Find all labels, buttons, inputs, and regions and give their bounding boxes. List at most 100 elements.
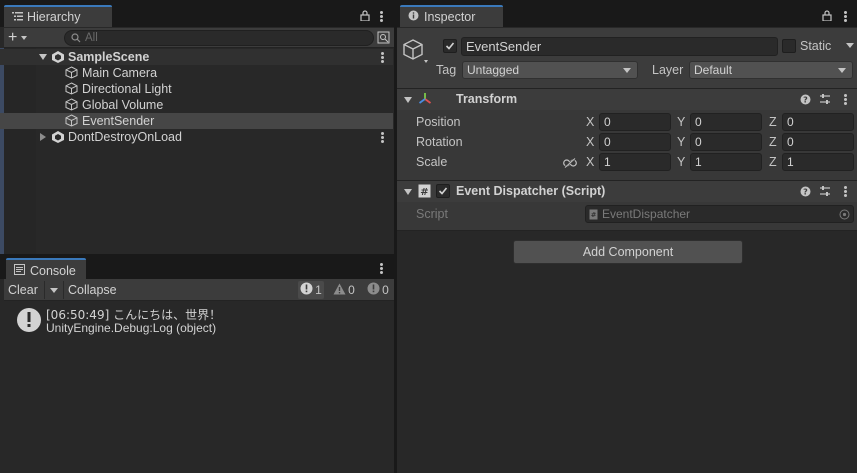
dontdestroy-row[interactable]: DontDestroyOnLoad xyxy=(0,129,393,145)
scale-x-value: 1 xyxy=(604,155,611,169)
rotation-x-field[interactable]: 0 xyxy=(599,133,671,151)
console-entry[interactable]: [06:50:49] こんにちは、世界！ UnityEngine.Debug:L… xyxy=(4,302,394,338)
hierarchy-item[interactable]: Main Camera xyxy=(0,65,393,81)
layer-dropdown[interactable]: Default xyxy=(689,61,853,79)
log-count: 1 xyxy=(315,283,322,297)
position-y-value: 0 xyxy=(695,115,702,129)
tab-console[interactable]: Console xyxy=(6,258,86,281)
hierarchy-item-label: EventSender xyxy=(82,114,155,128)
gameobject-cube-icon xyxy=(65,98,78,114)
tab-hierarchy[interactable]: Hierarchy xyxy=(4,5,112,27)
lock-icon[interactable] xyxy=(822,10,832,24)
rotation-label: Rotation xyxy=(416,135,463,149)
position-label: Position xyxy=(416,115,461,129)
help-icon[interactable]: ? xyxy=(800,94,811,108)
preset-icon[interactable] xyxy=(819,185,831,200)
tag-dropdown[interactable]: Untagged xyxy=(462,61,638,79)
position-x-field[interactable]: 0 xyxy=(599,113,671,131)
scale-y-value: 1 xyxy=(695,155,702,169)
hierarchy-list-icon xyxy=(12,10,23,24)
tag-value: Untagged xyxy=(467,63,520,77)
position-x-value: 0 xyxy=(604,115,611,129)
fold-open-icon[interactable] xyxy=(39,54,47,60)
scale-x-label[interactable]: X xyxy=(586,155,594,169)
scene-menu-icon[interactable] xyxy=(381,52,385,64)
static-dropdown-icon[interactable] xyxy=(846,43,854,48)
gameobject-large-icon[interactable] xyxy=(402,38,428,69)
warning-count-toggle[interactable]: 0 xyxy=(330,281,358,299)
rotation-x-label[interactable]: X xyxy=(586,135,594,149)
active-checkbox[interactable] xyxy=(443,39,457,53)
scale-z-label[interactable]: Z xyxy=(769,155,777,169)
scale-z-field[interactable]: 1 xyxy=(782,153,854,171)
fold-closed-icon[interactable] xyxy=(40,133,46,141)
rotation-z-label[interactable]: Z xyxy=(769,135,777,149)
console-icon xyxy=(14,263,25,278)
constrain-proportions-icon[interactable] xyxy=(563,157,577,171)
info-icon xyxy=(300,282,313,298)
scale-z-value: 1 xyxy=(787,155,794,169)
chevron-down-icon xyxy=(21,36,28,40)
hierarchy-item-selected[interactable]: EventSender xyxy=(0,113,393,129)
rotation-y-field[interactable]: 0 xyxy=(690,133,762,151)
dontdestroy-menu-icon[interactable] xyxy=(381,132,385,144)
position-y-field[interactable]: 0 xyxy=(690,113,762,131)
lock-icon[interactable] xyxy=(360,10,370,24)
console-window: Console Clear Collapse 1 0 0 [06:50:49] … xyxy=(0,257,394,473)
console-menu-icon[interactable] xyxy=(380,263,384,275)
clear-options-dropdown[interactable] xyxy=(44,281,62,299)
info-circle-icon xyxy=(408,10,419,24)
position-x-label[interactable]: X xyxy=(586,115,594,129)
preset-icon[interactable] xyxy=(819,93,831,108)
rotation-z-field[interactable]: 0 xyxy=(782,133,854,151)
add-component-button[interactable]: Add Component xyxy=(513,240,743,264)
scale-x-field[interactable]: 1 xyxy=(599,153,671,171)
script-enabled-checkbox[interactable] xyxy=(436,184,450,198)
gameobject-cube-icon xyxy=(65,66,78,82)
hierarchy-item[interactable]: Directional Light xyxy=(0,81,393,97)
scene-visibility-icon[interactable] xyxy=(377,31,390,47)
create-button[interactable]: + xyxy=(8,30,38,46)
position-z-label[interactable]: Z xyxy=(769,115,777,129)
hierarchy-menu-icon[interactable] xyxy=(380,11,384,23)
inspector-menu-icon[interactable] xyxy=(844,11,848,23)
svg-text:#: # xyxy=(420,187,428,198)
object-name-field[interactable]: EventSender xyxy=(461,37,778,56)
dontdestroy-label: DontDestroyOnLoad xyxy=(68,130,182,144)
tab-inspector[interactable]: Inspector xyxy=(400,5,503,27)
static-checkbox[interactable] xyxy=(782,39,796,53)
position-y-label[interactable]: Y xyxy=(677,115,685,129)
warning-count: 0 xyxy=(348,283,355,297)
script-object-field: # EventDispatcher xyxy=(585,205,854,223)
help-icon[interactable]: ? xyxy=(800,186,811,200)
fold-open-icon[interactable] xyxy=(404,97,412,103)
script-component-header[interactable]: # Event Dispatcher (Script) ? xyxy=(397,180,857,202)
search-input[interactable]: All xyxy=(64,30,374,46)
warning-icon xyxy=(333,283,346,298)
scene-row[interactable]: SampleScene xyxy=(0,49,393,65)
rotation-y-value: 0 xyxy=(695,135,702,149)
scale-y-field[interactable]: 1 xyxy=(690,153,762,171)
object-picker-icon xyxy=(839,209,850,223)
script-menu-icon[interactable] xyxy=(844,186,848,198)
info-message-icon xyxy=(16,307,42,336)
position-z-field[interactable]: 0 xyxy=(782,113,854,131)
collapse-button[interactable]: Collapse xyxy=(63,281,117,299)
hierarchy-item-label: Directional Light xyxy=(82,82,172,96)
tab-console-label: Console xyxy=(30,263,76,278)
log-count-toggle[interactable]: 1 xyxy=(298,281,324,299)
hierarchy-item[interactable]: Global Volume xyxy=(0,97,393,113)
transform-header[interactable]: Transform ? xyxy=(397,88,857,110)
fold-open-icon[interactable] xyxy=(404,189,412,195)
script-asset-icon: # xyxy=(589,209,598,223)
chevron-down-icon xyxy=(50,288,58,293)
transform-menu-icon[interactable] xyxy=(844,94,848,106)
hierarchy-item-label: Global Volume xyxy=(82,98,164,112)
error-count-toggle[interactable]: 0 xyxy=(364,281,392,299)
clear-button[interactable]: Clear xyxy=(8,281,38,299)
svg-text:#: # xyxy=(591,211,597,219)
rotation-z-value: 0 xyxy=(787,135,794,149)
rotation-y-label[interactable]: Y xyxy=(677,135,685,149)
inspector-window: Inspector EventSender Static Tag Untagge… xyxy=(397,0,857,473)
scale-y-label[interactable]: Y xyxy=(677,155,685,169)
